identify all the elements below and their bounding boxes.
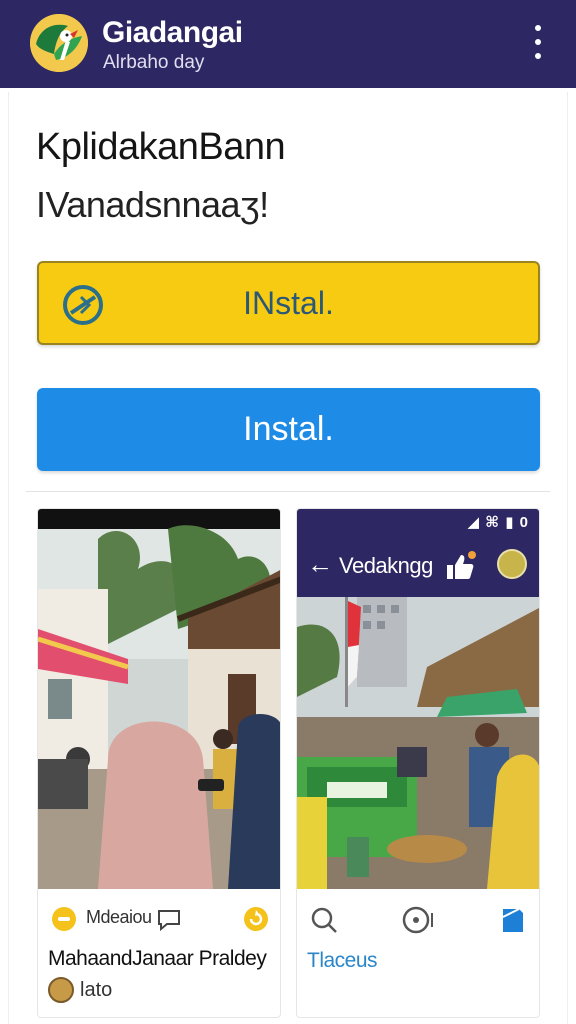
comment-icon[interactable] [156, 907, 182, 933]
avatar[interactable] [48, 977, 74, 1003]
card-actions-right [297, 899, 539, 939]
inner-toolbar-title: Vedakngg [339, 553, 433, 578]
avatar[interactable] [497, 549, 527, 579]
post-card-left[interactable]: Mdeaiou MahaandJanaar Praldey lato [37, 508, 281, 1018]
badge-icon[interactable] [50, 905, 78, 933]
compass-icon [63, 285, 103, 325]
bird-leaf-logo-icon[interactable] [30, 14, 88, 72]
page-title: KplidakanBann [36, 126, 286, 168]
card-caption: MahaandJanaar Praldey [48, 947, 267, 970]
card-actions-left: Mdeaiou [38, 899, 280, 939]
install-secondary-button[interactable]: Instal. [37, 388, 540, 471]
divider [26, 491, 550, 492]
install-primary-button[interactable]: INstal. [37, 261, 540, 345]
install-secondary-label: Instal. [243, 410, 334, 448]
market-photo-right [297, 597, 539, 889]
more-vert-icon[interactable] [526, 22, 550, 62]
status-bar: ◢ ⌘ ▮ 0 [297, 509, 539, 535]
app-bar: Giadangai Alrbaho day [0, 0, 576, 88]
card-caption: Tlaceus [307, 949, 378, 972]
search-icon[interactable] [309, 905, 339, 935]
inner-toolbar: ← Vedakngg [297, 535, 539, 597]
chat-icon[interactable] [401, 905, 437, 935]
card-tag: Mdeaiou [86, 907, 152, 927]
back-arrow-icon[interactable]: ← [307, 549, 333, 579]
market-photo-left [38, 509, 280, 889]
install-primary-label: INstal. [243, 284, 334, 321]
app-subtitle: Alrbaho day [103, 52, 205, 73]
app-title: Giadangai [102, 16, 243, 49]
author-name: lato [80, 979, 113, 1001]
thumbs-up-icon[interactable] [443, 549, 477, 583]
refresh-icon[interactable] [242, 905, 270, 933]
bookmark-icon[interactable] [497, 905, 527, 935]
post-card-right[interactable]: ◢ ⌘ ▮ 0 ← Vedakngg Tlaceus [296, 508, 540, 1018]
page-subtitle: IVanadsnnaaʒ! [36, 184, 269, 225]
